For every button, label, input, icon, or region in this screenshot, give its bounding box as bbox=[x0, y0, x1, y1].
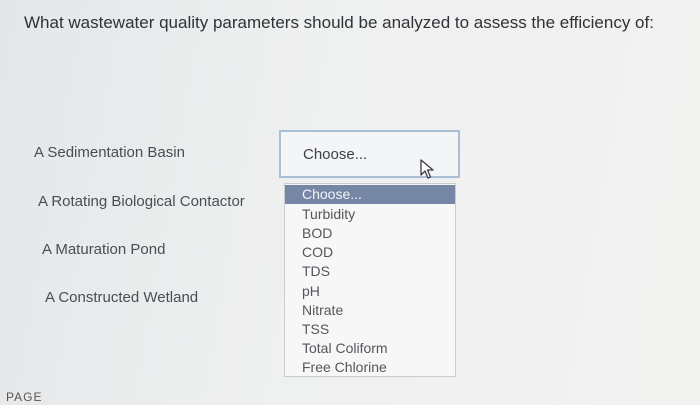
dropdown-list[interactable]: Choose... Turbidity BOD COD TDS pH Nitra… bbox=[284, 183, 456, 377]
row-label-sedimentation-basin: A Sedimentation Basin bbox=[34, 144, 185, 161]
row-label-maturation-pond: A Maturation Pond bbox=[42, 241, 166, 258]
dropdown-option-tss[interactable]: TSS bbox=[285, 320, 455, 339]
page-footer-label: PAGE bbox=[6, 390, 43, 404]
dropdown-option-bod[interactable]: BOD bbox=[285, 224, 455, 243]
dropdown-option-free-chlorine[interactable]: Free Chlorine bbox=[285, 358, 455, 377]
dropdown-option-ph[interactable]: pH bbox=[285, 282, 455, 301]
question-text: What wastewater quality parameters shoul… bbox=[24, 13, 654, 32]
dropdown-option-turbidity[interactable]: Turbidity bbox=[285, 205, 455, 224]
dropdown-option-nitrate[interactable]: Nitrate bbox=[285, 301, 455, 320]
select-value: Choose... bbox=[303, 146, 368, 163]
screen: What wastewater quality parameters shoul… bbox=[0, 0, 700, 405]
dropdown-option-total-coliform[interactable]: Total Coliform bbox=[285, 339, 455, 358]
row-label-rotating-biological-contactor: A Rotating Biological Contactor bbox=[38, 193, 245, 210]
mouse-pointer-icon bbox=[420, 159, 434, 179]
dropdown-option-tds[interactable]: TDS bbox=[285, 262, 455, 281]
dropdown-option-choose[interactable]: Choose... bbox=[285, 185, 455, 204]
dropdown-option-cod[interactable]: COD bbox=[285, 243, 455, 262]
row-label-constructed-wetland: A Constructed Wetland bbox=[45, 289, 199, 306]
